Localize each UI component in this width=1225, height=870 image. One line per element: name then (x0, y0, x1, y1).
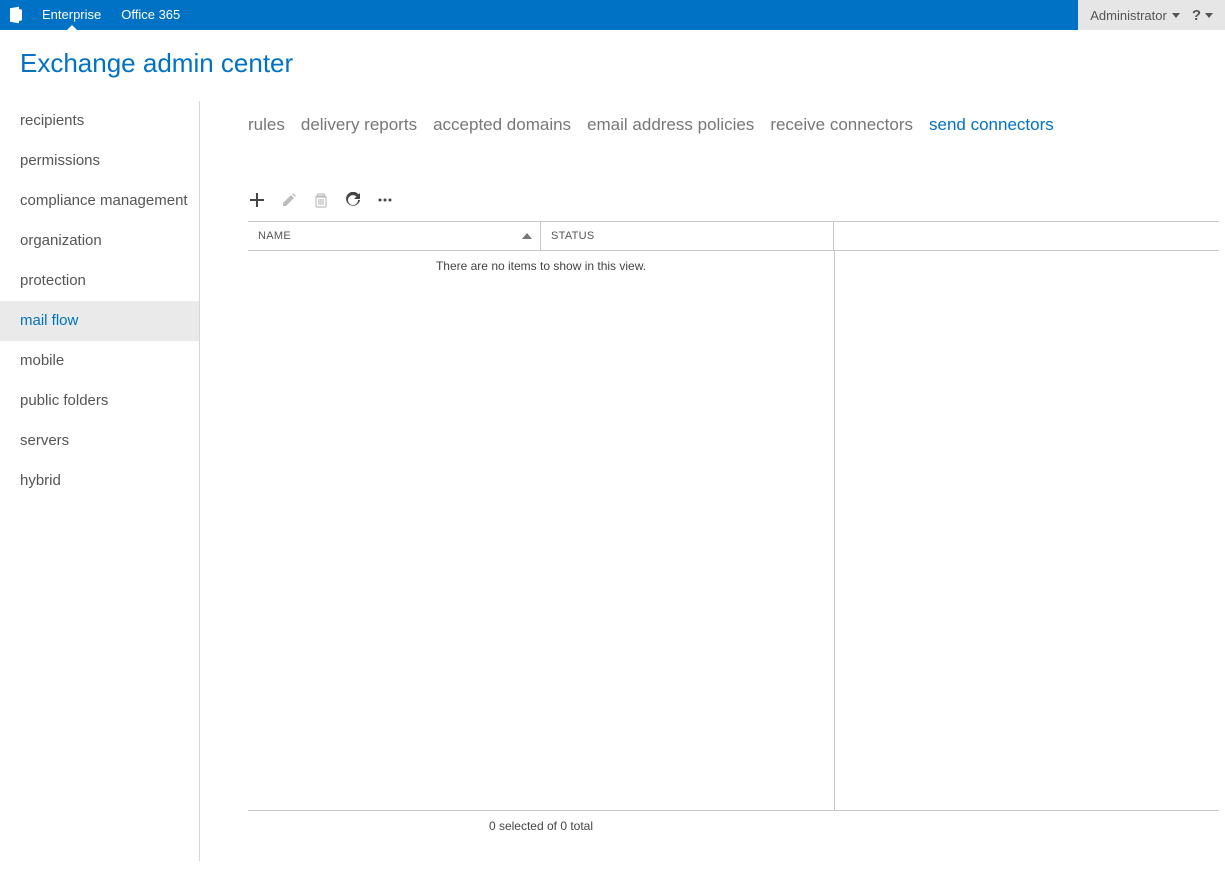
tab-row: rules delivery reports accepted domains ema… (248, 101, 1225, 135)
grid-body: There are no items to show in this view. (248, 251, 1219, 811)
topbar-tab-enterprise[interactable]: Enterprise (32, 0, 111, 30)
toolbar (248, 191, 1225, 209)
refresh-button[interactable] (344, 191, 362, 209)
column-header-name-label: NAME (258, 230, 291, 242)
caret-down-icon (1172, 13, 1180, 18)
sort-ascending-icon (522, 233, 532, 239)
column-header-status[interactable]: STATUS (541, 222, 834, 250)
caret-down-icon (1205, 13, 1213, 18)
user-menu[interactable]: Administrator (1090, 8, 1180, 23)
page-title: Exchange admin center (0, 30, 1225, 101)
sidebar: recipientspermissionscompliance manageme… (0, 101, 200, 861)
sidebar-item-compliance-management[interactable]: compliance management (0, 181, 199, 221)
sidebar-item-organization[interactable]: organization (0, 221, 199, 261)
office-logo-icon[interactable] (0, 6, 32, 24)
tab-delivery-reports[interactable]: delivery reports (301, 115, 417, 135)
column-header-name[interactable]: NAME (248, 222, 541, 250)
grid-header: NAME STATUS (248, 221, 1219, 251)
more-button[interactable] (376, 191, 394, 209)
tab-receive-connectors[interactable]: receive connectors (770, 115, 913, 135)
tab-email-address-policies[interactable]: email address policies (587, 115, 754, 135)
grid-empty-message: There are no items to show in this view. (248, 251, 834, 273)
sidebar-item-protection[interactable]: protection (0, 261, 199, 301)
tab-accepted-domains[interactable]: accepted domains (433, 115, 571, 135)
sidebar-item-recipients[interactable]: recipients (0, 101, 199, 141)
tab-send-connectors[interactable]: send connectors (929, 115, 1054, 135)
column-header-status-label: STATUS (551, 230, 595, 242)
tab-rules[interactable]: rules (248, 115, 285, 135)
top-bar-right: Administrator ? (1078, 0, 1225, 30)
topbar-tab-office-365[interactable]: Office 365 (111, 0, 190, 30)
sidebar-item-permissions[interactable]: permissions (0, 141, 199, 181)
sidebar-item-public-folders[interactable]: public folders (0, 381, 199, 421)
sidebar-item-hybrid[interactable]: hybrid (0, 461, 199, 501)
add-button[interactable] (248, 191, 266, 209)
grid-footer: 0 selected of 0 total (248, 811, 834, 841)
help-menu[interactable]: ? (1192, 7, 1213, 24)
data-grid: NAME STATUS There are no items to show i… (248, 221, 1219, 841)
sidebar-item-mobile[interactable]: mobile (0, 341, 199, 381)
delete-button[interactable] (312, 191, 330, 209)
top-bar-left: EnterpriseOffice 365 (0, 0, 190, 30)
sidebar-item-mail-flow[interactable]: mail flow (0, 301, 199, 341)
sidebar-item-servers[interactable]: servers (0, 421, 199, 461)
top-bar: EnterpriseOffice 365 Administrator ? (0, 0, 1225, 30)
edit-button[interactable] (280, 191, 298, 209)
main-content: rules delivery reports accepted domains ema… (200, 101, 1225, 841)
user-name-label: Administrator (1090, 8, 1167, 23)
help-icon: ? (1192, 7, 1201, 24)
